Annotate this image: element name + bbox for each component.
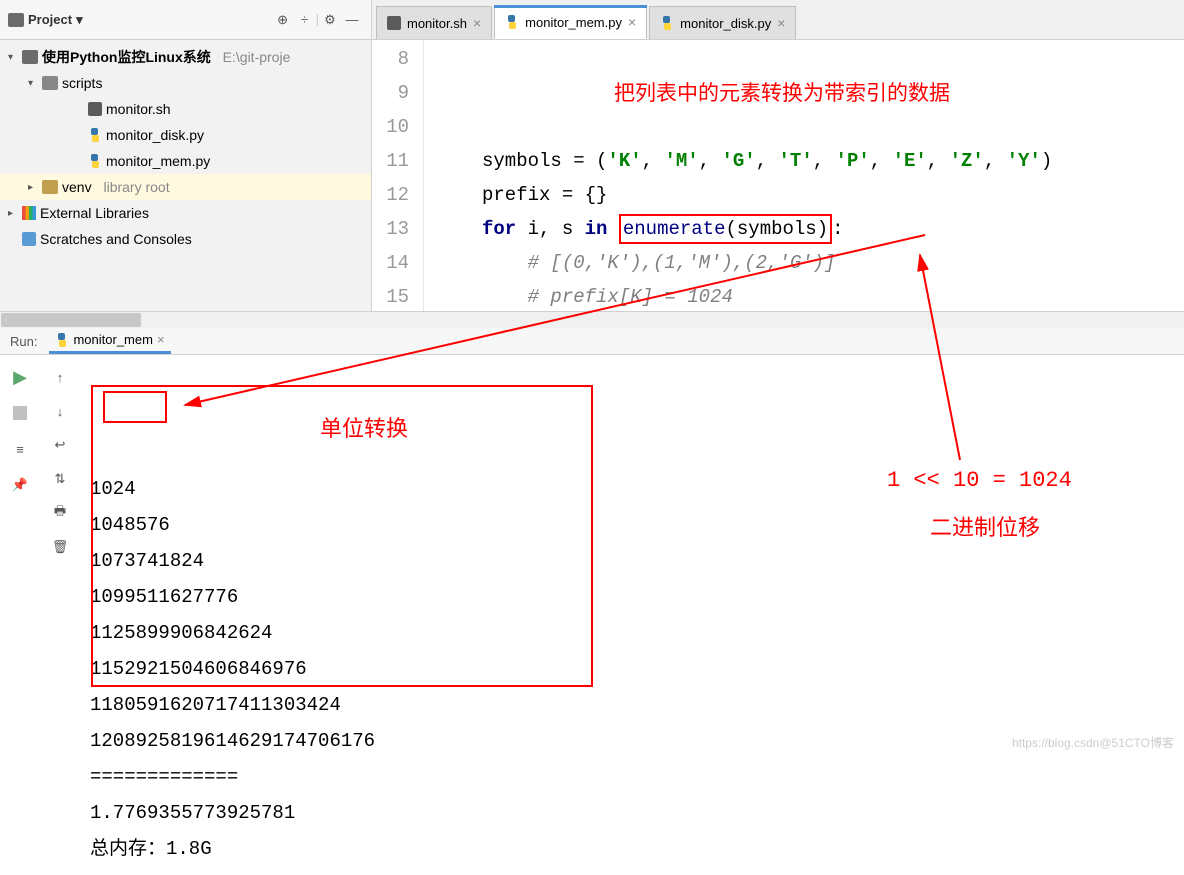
- py-file-icon: [88, 154, 102, 168]
- divide-icon[interactable]: ÷: [294, 9, 316, 31]
- console-line: 1.7769355773925781: [90, 795, 1174, 831]
- py-file-icon: [660, 16, 674, 30]
- project-label: Project: [28, 12, 72, 27]
- folder-icon: [22, 50, 38, 64]
- close-icon[interactable]: ×: [628, 14, 636, 30]
- code-line[interactable]: # [(0,'K'),(1,'M'),(2,'G')]: [482, 246, 1184, 280]
- sh-file-icon: [387, 16, 401, 30]
- venv-tag: library root: [103, 179, 169, 195]
- scroll-thumb[interactable]: [1, 313, 141, 327]
- run-tab-name: monitor_mem: [73, 332, 152, 347]
- console-line: =============: [90, 759, 1174, 795]
- chevron-right-icon: ▸: [8, 208, 18, 219]
- annotation-unit: 单位转换: [320, 411, 408, 447]
- scratches-label: Scratches and Consoles: [40, 231, 192, 247]
- py-file-icon: [505, 15, 519, 29]
- tree-file[interactable]: monitor_disk.py: [0, 122, 371, 148]
- editor: monitor.sh×monitor_mem.py×monitor_disk.p…: [372, 0, 1184, 311]
- project-tree: ▾ 使用Python监控Linux系统 E:\git-proje ▾ scrip…: [0, 40, 371, 256]
- stop-icon[interactable]: [10, 403, 30, 423]
- root-name: 使用Python监控Linux系统: [42, 47, 211, 67]
- tree-ext-lib[interactable]: ▸ External Libraries: [0, 200, 371, 226]
- annotation-bitshift-eq: 1 << 10 = 1024: [887, 468, 1072, 493]
- py-file-icon: [55, 333, 69, 347]
- close-icon[interactable]: ×: [473, 15, 481, 31]
- run-tab[interactable]: monitor_mem ×: [49, 328, 170, 354]
- editor-tab[interactable]: monitor_mem.py ×: [494, 5, 647, 39]
- chevron-down-icon: ▾: [76, 12, 83, 28]
- scratches-icon: [22, 232, 36, 246]
- tree-file[interactable]: monitor_mem.py: [0, 148, 371, 174]
- venv-icon: [42, 180, 58, 194]
- code-line[interactable]: # prefix[K] = 1024: [482, 280, 1184, 311]
- tab-label: monitor_disk.py: [680, 16, 771, 31]
- code-area[interactable]: 89101112131415 把列表中的元素转换为带索引的数据 symbols …: [372, 40, 1184, 311]
- code-line[interactable]: prefix = {}: [482, 178, 1184, 212]
- print-icon[interactable]: 🖶: [50, 503, 70, 523]
- run-tools-left: ▶ ≡ 📌: [0, 355, 40, 875]
- highlight-box: enumerate(symbols): [619, 214, 832, 244]
- chevron-down-icon: ▾: [28, 78, 38, 89]
- editor-tabs: monitor.sh×monitor_mem.py×monitor_disk.p…: [372, 0, 1184, 40]
- editor-tab[interactable]: monitor_disk.py ×: [649, 6, 796, 39]
- arrow-up-icon[interactable]: ↑: [50, 367, 70, 387]
- tree-scripts[interactable]: ▾ scripts: [0, 70, 371, 96]
- watermark: https://blog.csdn@51CTO博客: [1012, 734, 1174, 751]
- pin-icon[interactable]: 📌: [10, 475, 30, 495]
- chevron-right-icon: ▸: [28, 182, 38, 193]
- play-icon[interactable]: ▶: [10, 367, 30, 387]
- close-icon[interactable]: ×: [777, 15, 785, 31]
- console-output[interactable]: 单位转换 10241048576107374182410995116277761…: [80, 355, 1184, 875]
- folder-icon: [42, 76, 58, 90]
- tab-label: monitor.sh: [407, 16, 467, 31]
- run-header: Run: monitor_mem ×: [0, 328, 1184, 355]
- editor-tab[interactable]: monitor.sh ×: [376, 6, 492, 39]
- filter-icon[interactable]: ⇅: [50, 469, 70, 489]
- console-line: 总内存：1.8G: [90, 831, 1174, 867]
- scrollbar[interactable]: [0, 312, 1184, 328]
- gear-icon[interactable]: ⚙: [319, 9, 341, 31]
- tree-file[interactable]: monitor.sh: [0, 96, 371, 122]
- ext-lib-label: External Libraries: [40, 205, 149, 221]
- annotation-enumerate: 把列表中的元素转换为带索引的数据: [614, 76, 950, 110]
- target-icon[interactable]: ⊕: [272, 9, 294, 31]
- console-line: 1180591620717411303424: [90, 687, 1174, 723]
- annotation-bitshift-desc: 二进制位移: [930, 510, 1040, 542]
- wrap-icon[interactable]: ↩: [50, 435, 70, 455]
- sidebar-header: Project ▾ ⊕ ÷ | ⚙ —: [0, 0, 371, 40]
- file-name: monitor.sh: [106, 101, 171, 117]
- py-file-icon: [88, 128, 102, 142]
- console-line: 1073741824: [90, 543, 1174, 579]
- project-icon: [8, 13, 24, 27]
- project-sidebar: Project ▾ ⊕ ÷ | ⚙ — ▾ 使用Python监控Linux系统 …: [0, 0, 372, 311]
- arrow-down-icon[interactable]: ↓: [50, 401, 70, 421]
- run-label: Run:: [10, 334, 37, 349]
- run-tools-right: ↑ ↓ ↩ ⇅ 🖶 🗑: [40, 355, 80, 875]
- tree-root[interactable]: ▾ 使用Python监控Linux系统 E:\git-proje: [0, 44, 371, 70]
- code-line[interactable]: for i, s in enumerate(symbols):: [482, 212, 1184, 246]
- close-icon[interactable]: ×: [157, 332, 165, 347]
- console-line: 1099511627776: [90, 579, 1174, 615]
- console-line: 1125899906842624: [90, 615, 1174, 651]
- root-path: E:\git-proje: [223, 49, 291, 65]
- file-name: monitor_disk.py: [106, 127, 204, 143]
- layout-icon[interactable]: ≡: [10, 439, 30, 459]
- tab-label: monitor_mem.py: [525, 15, 622, 30]
- libraries-icon: [22, 206, 36, 220]
- scripts-label: scripts: [62, 75, 102, 91]
- code-content[interactable]: 把列表中的元素转换为带索引的数据 symbols = ('K', 'M', 'G…: [424, 40, 1184, 311]
- sh-file-icon: [88, 102, 102, 116]
- gutter: 89101112131415: [372, 40, 424, 311]
- console-line: 1152921504606846976: [90, 651, 1174, 687]
- tree-venv[interactable]: ▸ venv library root: [0, 174, 371, 200]
- trash-icon[interactable]: 🗑: [50, 537, 70, 557]
- venv-name: venv: [62, 179, 92, 195]
- minimize-icon[interactable]: —: [341, 9, 363, 31]
- project-selector[interactable]: Project ▾: [8, 12, 83, 28]
- file-name: monitor_mem.py: [106, 153, 210, 169]
- code-line[interactable]: symbols = ('K', 'M', 'G', 'T', 'P', 'E',…: [482, 144, 1184, 178]
- chevron-down-icon: ▾: [8, 52, 18, 63]
- tree-scratches[interactable]: Scratches and Consoles: [0, 226, 371, 252]
